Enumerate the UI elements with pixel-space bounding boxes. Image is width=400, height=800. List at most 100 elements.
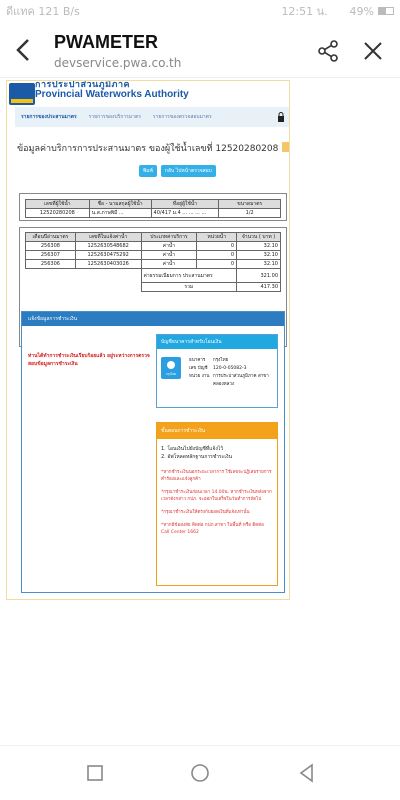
total-label: รวม	[140, 282, 238, 292]
cell: 32.10	[236, 259, 281, 269]
nav-tab-3[interactable]: รายการของตรวจสอบมาตร	[153, 113, 212, 121]
back-triangle-icon[interactable]	[296, 762, 318, 784]
logo-text: กรุงไทย	[165, 372, 177, 376]
steps-list: 1. โอนเงินไปยังบัญชีที่แจ้งไว้ 2. อัพโหล…	[157, 439, 277, 461]
col-header: จำนวน ( บาท )	[236, 232, 281, 242]
edit-icon	[282, 142, 289, 152]
col-header: เลขที่ใบแจ้งค่าน้ำ	[74, 232, 142, 242]
cell: 1/2	[218, 208, 281, 218]
cell: 12520280208	[25, 208, 90, 218]
cell: 256306	[25, 259, 76, 269]
form-title: ข้อมูลค่าบริการการประสานมาตร ของผู้ใช้น้…	[17, 141, 289, 155]
bank-value: 120-0-05082-3	[213, 366, 247, 371]
back-arrow-icon[interactable]	[12, 36, 36, 64]
total-value: 417.30	[236, 282, 281, 292]
site-header: การประปาส่วนภูมิภาค Provincial Waterwork…	[7, 81, 289, 105]
nav-menu: รายการของประสานมาตร รายการของบริการมาตร …	[15, 107, 289, 127]
close-icon[interactable]	[362, 40, 384, 62]
payment-header: แจ้งข้อมูลการชำระเงิน	[22, 312, 284, 326]
action-buttons: พิมพ์ กลับ ไปหน้าตรวจสอบ	[139, 165, 216, 177]
recent-apps-icon[interactable]	[84, 762, 106, 784]
table-row: 256306 1252630403026 ค่าน้ำ 0 32.10	[25, 259, 281, 269]
col-header: ประเภทค่าบริการ	[140, 232, 198, 242]
steps-title: ขั้นตอนการชำระเงิน	[157, 423, 277, 439]
cell: 32.10	[236, 241, 281, 251]
note-item: *หากมีข้อสงสัย ติดต่อ กปภ.สาขา ในพื้นที่…	[161, 523, 264, 535]
note-item: *กรุณาชำระเงินให้ตรงกับยอดเงินที่แจ้งเท่…	[161, 510, 250, 515]
cell: 1252630548682	[74, 241, 142, 251]
form-title-text: ข้อมูลค่าบริการการประสานมาตร ของผู้ใช้น้…	[17, 144, 279, 154]
cell: ค่าน้ำ	[140, 241, 198, 251]
cell: 256308	[25, 241, 76, 251]
clock: 12:51 น.	[281, 5, 328, 18]
cell: 32.10	[236, 250, 281, 260]
back-to-check-button[interactable]: กลับ ไปหน้าตรวจสอบ	[160, 165, 216, 177]
fee-value: 321.00	[236, 268, 281, 283]
bank-value: การประปาส่วนภูมิภาค สาขาคลองหลวง	[213, 374, 269, 387]
screen: ดีแทค 121 B/s 12:51 น. 49% PWAMETER devs…	[0, 0, 400, 800]
page-url: devservice.pwa.co.th	[54, 56, 182, 70]
bank-key: เลข บัญชี	[189, 366, 208, 371]
web-page: การประปาส่วนภูมิภาค Provincial Waterwork…	[6, 80, 290, 600]
customer-table: เลขที่ผู้ใช้น้ำ ชื่อ - นามสกุลผู้ใช้น้ำ …	[25, 199, 281, 218]
cell: 1252630403026	[74, 259, 142, 269]
notes-list: *หากชำระเงินนอกระยะเวลาการ ใช้เลขจะปฏิเส…	[157, 461, 277, 538]
blank-cell	[25, 282, 142, 292]
bank-box-title: บัญชีธนาคารสำหรับโอนเงิน	[157, 335, 277, 349]
customer-table-frame: เลขที่ผู้ใช้น้ำ ชื่อ - นามสกุลผู้ใช้น้ำ …	[19, 193, 287, 221]
step-item: 2. อัพโหลดหลักฐานการชำระเงิน	[161, 454, 232, 460]
battery-area: 49%	[350, 5, 394, 18]
payment-warning: ท่านได้ทำการชำระเงินเรียบร้อยแล้ว อยู่ระ…	[28, 353, 150, 367]
payment-panel: แจ้งข้อมูลการชำระเงิน ท่านได้ทำการชำระเง…	[21, 311, 285, 593]
bank-key: ธนาคาร	[189, 358, 206, 363]
fee-label: ค่าธรรมเนียมการ ประสานมาตร	[140, 268, 238, 283]
bank-row: หน่วย งาน การประปาส่วนภูมิภาค สาขาคลองหลว…	[189, 373, 273, 389]
bank-key: หน่วย งาน	[189, 374, 210, 379]
cell: น.ส.ภาษพิมี ...	[88, 208, 152, 218]
col-header: หน่วยน้ำ	[196, 232, 238, 242]
bank-value: กรุงไทย	[213, 358, 229, 363]
bank-details: ธนาคาร กรุงไทย เลข บัญชี 120-0-05082-3 หน่…	[189, 357, 273, 389]
cell: ค่าน้ำ	[140, 250, 198, 260]
table-row: 256308 1252630548682 ค่าน้ำ 0 32.10	[25, 241, 281, 251]
note-item: *หากชำระเงินนอกระยะเวลาการ ใช้เลขจะปฏิเส…	[161, 470, 272, 482]
bank-row: เลข บัญชี 120-0-05082-3	[189, 365, 273, 373]
pwa-logo	[9, 83, 35, 105]
browser-bar: PWAMETER devservice.pwa.co.th	[0, 22, 400, 78]
org-name-english: Provincial Waterworks Authority	[35, 89, 189, 100]
status-bar: ดีแทค 121 B/s 12:51 น. 49%	[0, 0, 400, 22]
print-button[interactable]: พิมพ์	[139, 165, 157, 177]
title-block: PWAMETER devservice.pwa.co.th	[54, 32, 181, 70]
cell: ค่าน้ำ	[140, 259, 198, 269]
table-row: ค่าธรรมเนียมการ ประสานมาตร 321.00	[25, 268, 281, 283]
battery-percent: 49%	[349, 4, 374, 18]
table-row: รวม 417.30	[25, 282, 281, 292]
col-header: ขนาดมาตร	[218, 199, 281, 209]
android-nav-bar	[0, 745, 400, 800]
bank-account-box: บัญชีธนาคารสำหรับโอนเงิน กรุงไทย ธนาคารก…	[156, 334, 278, 408]
table-row: 12520280208 น.ส.ภาษพิมี ... 40/417 ม.4 .…	[25, 208, 281, 218]
cell: 0	[196, 259, 238, 269]
cell: 256307	[25, 250, 76, 260]
nav-tab-2[interactable]: รายการของบริการมาตร	[89, 113, 141, 121]
cell: 40/417 ม.4 ... ... ... ...	[150, 208, 220, 218]
cell: 0	[196, 250, 238, 260]
col-header: ที่อยู่ผู้ใช้น้ำ	[150, 199, 220, 209]
payment-steps-box: ขั้นตอนการชำระเงิน 1. โอนเงินไปยังบัญชีท…	[156, 422, 278, 586]
carrier-text: ดีแทค 121 B/s	[6, 5, 80, 18]
blank-cell	[25, 268, 142, 283]
home-icon[interactable]	[189, 762, 211, 784]
krungthai-logo: กรุงไทย	[161, 357, 181, 379]
nav-tab-1[interactable]: รายการของประสานมาตร	[21, 113, 77, 121]
col-header: เดือนปีอ่านมาตร	[25, 232, 76, 242]
note-item: *กรุณาชำระเงินก่อนเวลา 14.00น. หากชำระเง…	[161, 490, 272, 502]
cell: 0	[196, 241, 238, 251]
lock-icon[interactable]	[277, 112, 285, 122]
table-row: 256307 1252630475292 ค่าน้ำ 0 32.10	[25, 250, 281, 260]
step-item: 1. โอนเงินไปยังบัญชีที่แจ้งไว้	[161, 446, 224, 452]
bill-table: เดือนปีอ่านมาตร เลขที่ใบแจ้งค่าน้ำ ประเภ…	[25, 232, 281, 292]
battery-icon	[378, 7, 394, 15]
share-icon[interactable]	[316, 39, 340, 63]
page-title: PWAMETER	[54, 32, 159, 52]
bank-row: ธนาคาร กรุงไทย	[189, 357, 273, 365]
